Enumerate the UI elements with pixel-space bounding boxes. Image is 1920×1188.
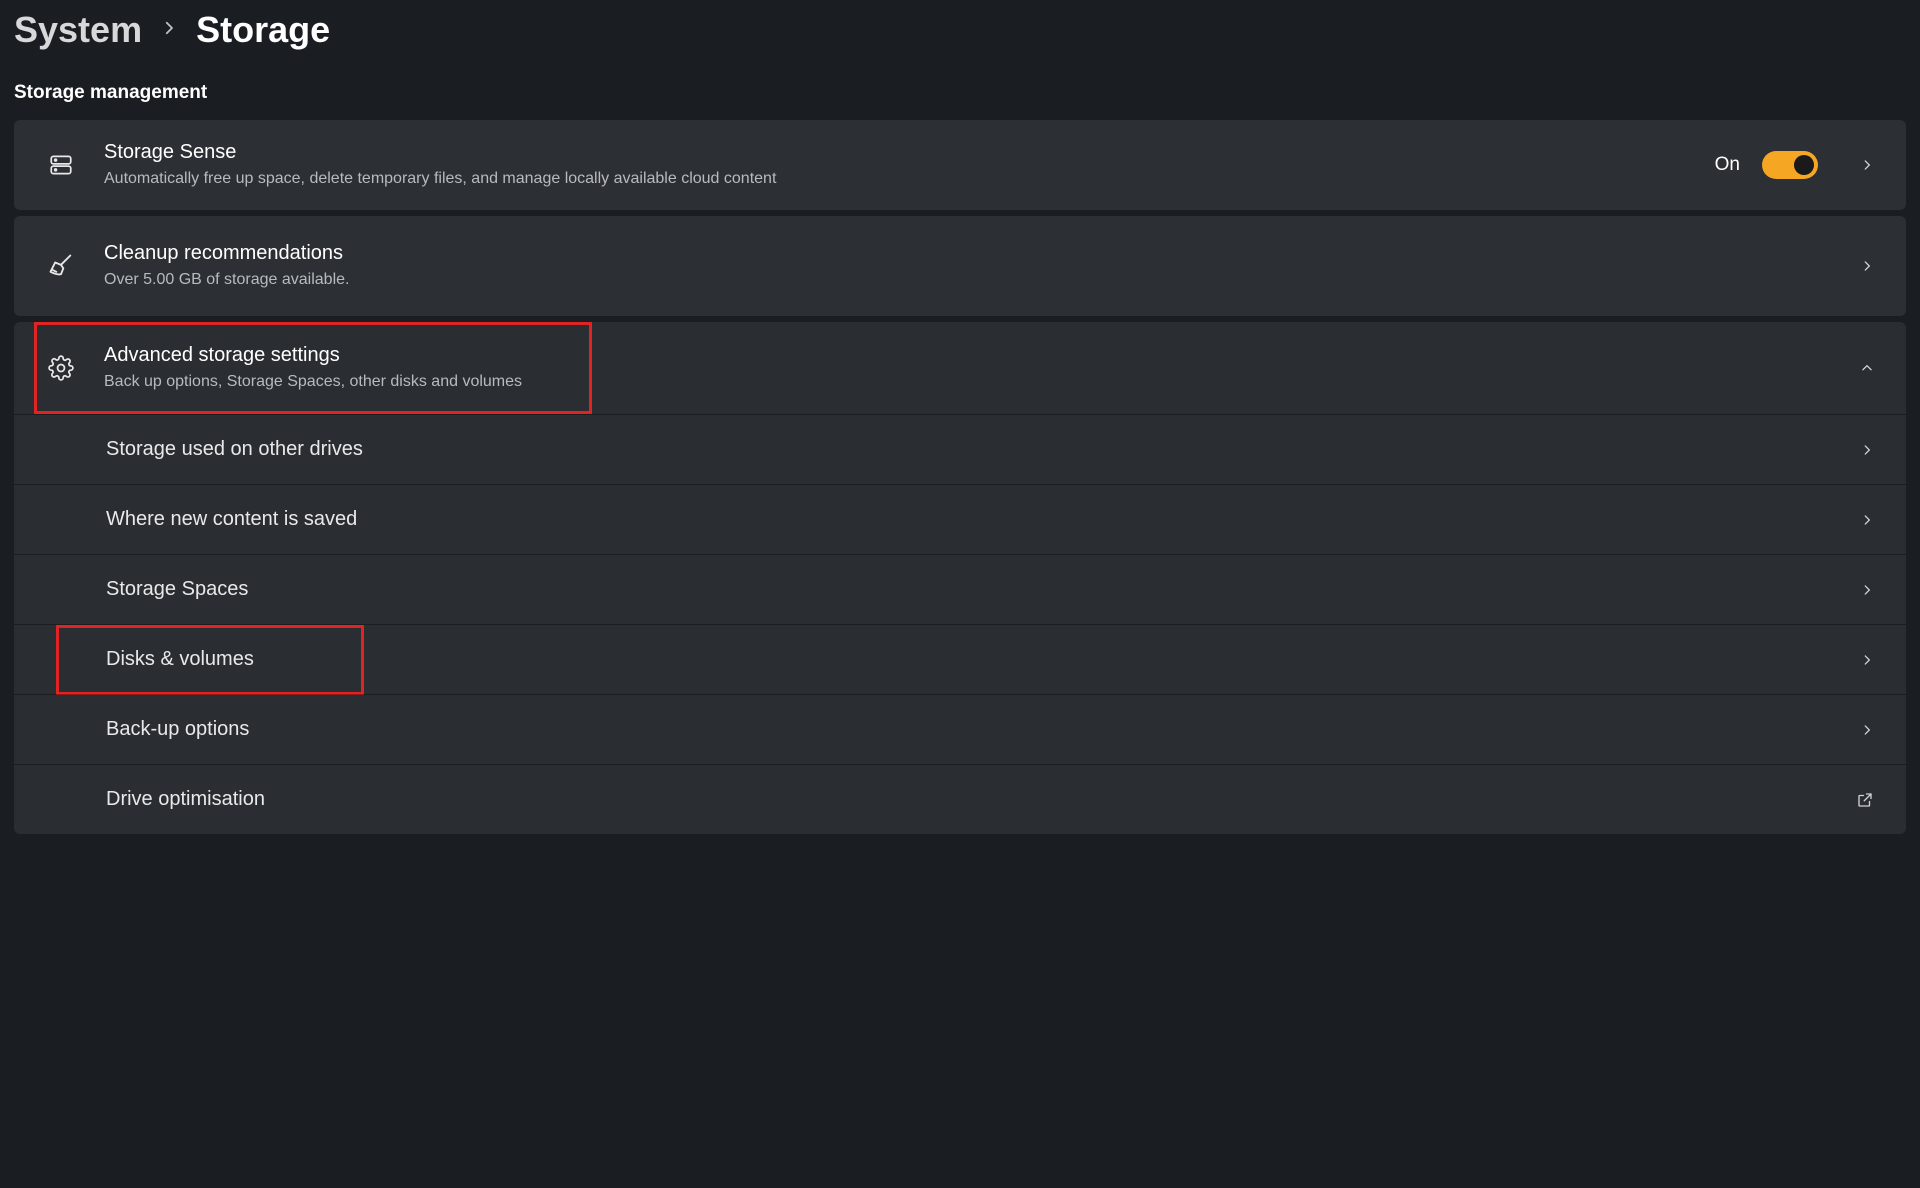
advanced-subtitle: Back up options, Storage Spaces, other d… [104, 371, 1860, 393]
setting-group-advanced-storage: Advanced storage settings Back up option… [14, 322, 1906, 834]
chevron-right-icon [1860, 513, 1874, 527]
sub-row-storage-spaces[interactable]: Storage Spaces [14, 554, 1906, 624]
sub-row-back-up-options[interactable]: Back-up options [14, 694, 1906, 764]
chevron-up-icon [1860, 361, 1874, 375]
setting-row-advanced-storage-settings[interactable]: Advanced storage settings Back up option… [14, 322, 1906, 414]
sub-row-label: Drive optimisation [106, 788, 1856, 811]
drive-icon [46, 152, 76, 178]
breadcrumb-parent[interactable]: System [14, 12, 142, 48]
storage-sense-toggle-label: On [1715, 154, 1740, 176]
chevron-right-icon [1860, 723, 1874, 737]
sub-row-drive-optimisation[interactable]: Drive optimisation [14, 764, 1906, 834]
chevron-right-icon [1860, 443, 1874, 457]
breadcrumb: System Storage [14, 12, 1906, 48]
chevron-right-icon [1860, 583, 1874, 597]
sub-row-label: Storage used on other drives [106, 438, 1860, 461]
advanced-title: Advanced storage settings [104, 342, 1860, 369]
setting-row-cleanup-recommendations[interactable]: Cleanup recommendations Over 5.00 GB of … [14, 216, 1906, 316]
setting-row-storage-sense[interactable]: Storage Sense Automatically free up spac… [14, 120, 1906, 210]
broom-icon [46, 252, 76, 280]
cleanup-title: Cleanup recommendations [104, 240, 1860, 267]
chevron-right-icon [1860, 158, 1874, 172]
sub-row-label: Disks & volumes [106, 648, 1860, 671]
sub-row-disks-and-volumes[interactable]: Disks & volumes [14, 624, 1906, 694]
open-external-icon [1856, 791, 1874, 809]
page-title: Storage [196, 12, 330, 48]
chevron-right-icon [1860, 653, 1874, 667]
sub-row-where-new-content-saved[interactable]: Where new content is saved [14, 484, 1906, 554]
chevron-right-icon [1860, 259, 1874, 273]
chevron-right-icon [160, 18, 178, 42]
sub-row-label: Where new content is saved [106, 508, 1860, 531]
sub-row-storage-used-other-drives[interactable]: Storage used on other drives [14, 414, 1906, 484]
gear-icon [46, 355, 76, 381]
sub-row-label: Storage Spaces [106, 578, 1860, 601]
storage-sense-subtitle: Automatically free up space, delete temp… [104, 168, 1715, 190]
cleanup-subtitle: Over 5.00 GB of storage available. [104, 269, 1860, 291]
sub-row-label: Back-up options [106, 718, 1860, 741]
storage-sense-title: Storage Sense [104, 139, 1715, 166]
section-heading-storage-management: Storage management [14, 82, 1906, 104]
storage-sense-toggle[interactable] [1762, 151, 1818, 179]
